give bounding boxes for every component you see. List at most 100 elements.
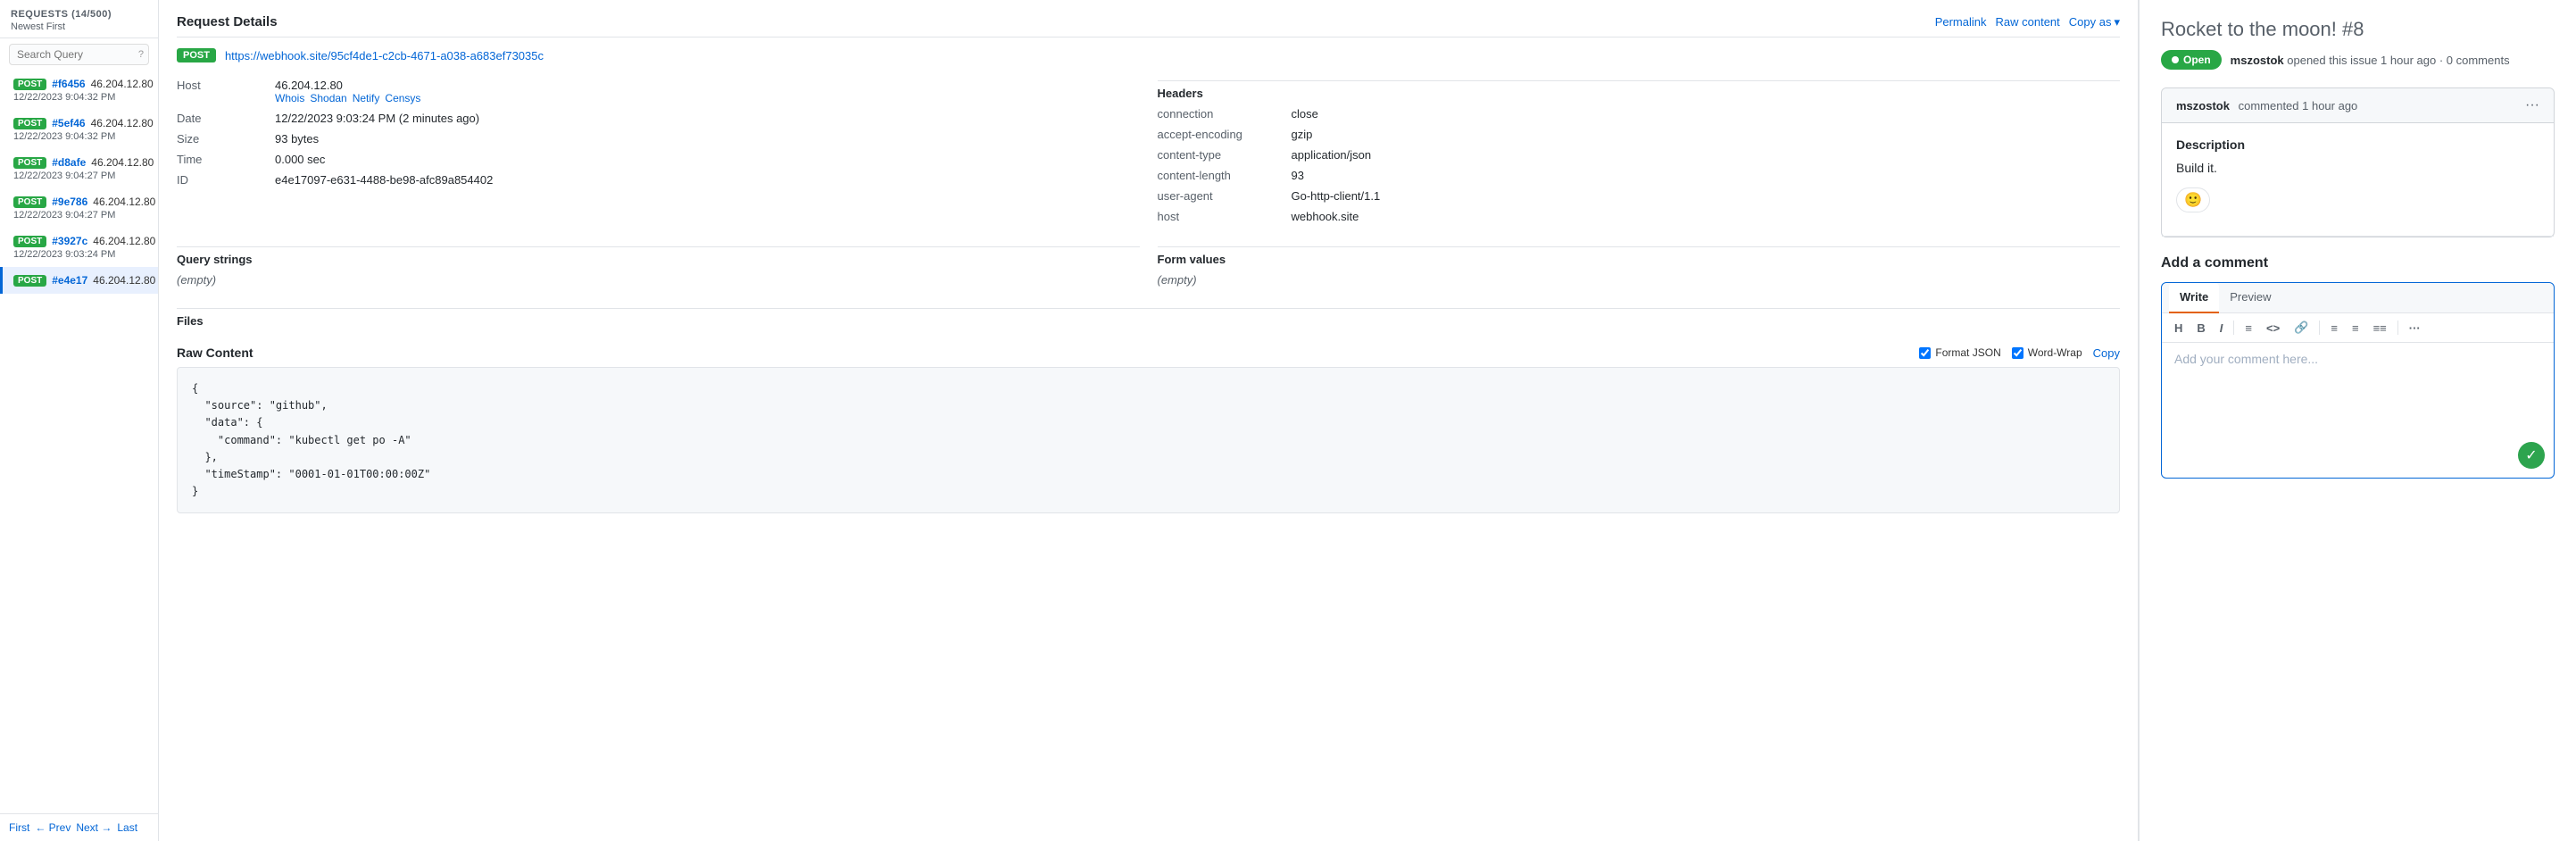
comment-header-left: mszostok commented 1 hour ago: [2176, 99, 2357, 112]
details-header: Request Details Permalink Raw content Co…: [177, 14, 2120, 37]
header-key: content-length: [1158, 165, 1292, 186]
table-row: content-length 93: [1158, 165, 2121, 186]
sidebar-search-container: ?: [9, 44, 149, 65]
add-comment-title: Add a comment: [2161, 255, 2555, 271]
toolbar-divider-1: [2233, 321, 2234, 335]
headers-heading: Headers: [1158, 80, 2121, 104]
emoji-button[interactable]: 🙂: [2176, 187, 2210, 212]
whois-links: Whois Shodan Netify Censys: [275, 92, 1133, 104]
toolbar-divider-2: [2319, 321, 2320, 335]
pagination-next[interactable]: Next →: [76, 821, 112, 834]
toolbar-list-button[interactable]: ≡: [2241, 320, 2256, 337]
search-input[interactable]: [9, 44, 149, 65]
header-key: host: [1158, 206, 1292, 227]
item-id: #9e786: [52, 196, 87, 208]
right-panel: Rocket to the moon! #8 Open mszostok ope…: [2139, 0, 2576, 841]
item-id: #e4e17: [52, 274, 87, 287]
method-badge: POST: [13, 275, 46, 287]
item-ip: 46.204.12.80: [91, 117, 154, 129]
header-key: accept-encoding: [1158, 124, 1292, 145]
list-item-active[interactable]: POST #e4e17 46.204.12.80: [0, 267, 158, 294]
whois-link[interactable]: Whois: [275, 92, 304, 104]
details-actions: Permalink Raw content Copy as ▾: [1935, 15, 2120, 29]
header-key: user-agent: [1158, 186, 1292, 206]
headers-table: connection close accept-encoding gzip co…: [1158, 104, 2121, 227]
list-item[interactable]: POST #f6456 46.204.12.80 12/22/2023 9:04…: [0, 71, 158, 110]
comment-footer: ✓: [2162, 435, 2554, 478]
table-row: Host 46.204.12.80 Whois Shodan Netify Ce…: [177, 75, 1140, 108]
tab-preview[interactable]: Preview: [2219, 283, 2281, 312]
table-row: Date 12/22/2023 9:03:24 PM (2 minutes ag…: [177, 108, 1140, 129]
search-help-icon[interactable]: ?: [138, 49, 144, 60]
header-value: gzip: [1292, 124, 2121, 145]
sort-label: Newest First: [11, 21, 147, 32]
toolbar-ordered-list-button[interactable]: ≡: [2327, 320, 2341, 337]
form-values-heading: Form values: [1158, 246, 2121, 270]
open-badge: Open: [2161, 50, 2222, 70]
table-row: host webhook.site: [1158, 206, 2121, 227]
item-ip: 46.204.12.80: [93, 235, 155, 247]
word-wrap-checkbox[interactable]: [2012, 347, 2023, 359]
tab-write[interactable]: Write: [2169, 283, 2219, 313]
header-value: application/json: [1292, 145, 2121, 165]
issue-meta-text: mszostok opened this issue 1 hour ago · …: [2231, 54, 2510, 67]
toolbar-code-button[interactable]: <>: [2263, 320, 2283, 337]
raw-content-text: { "source": "github", "data": { "command…: [192, 380, 2105, 500]
shodan-link[interactable]: Shodan: [310, 92, 346, 104]
field-value: 46.204.12.80 Whois Shodan Netify Censys: [275, 75, 1140, 108]
field-value: 93 bytes: [275, 129, 1140, 149]
requests-label: REQUESTS (14/500): [11, 9, 147, 20]
toolbar-bold-button[interactable]: B: [2193, 320, 2208, 337]
submit-comment-button[interactable]: ✓: [2518, 442, 2545, 469]
comment-textarea[interactable]: [2162, 343, 2554, 432]
item-date: 12/22/2023 9:04:32 PM: [13, 92, 147, 103]
chevron-down-icon: ▾: [2114, 15, 2120, 29]
table-row: accept-encoding gzip: [1158, 124, 2121, 145]
toolbar-more-button[interactable]: ···: [2406, 320, 2424, 337]
list-item[interactable]: POST #5ef46 46.204.12.80 12/22/2023 9:04…: [0, 110, 158, 149]
query-form-cols: Query strings (empty) Form values (empty…: [177, 241, 2120, 294]
comment-menu-button[interactable]: ···: [2525, 97, 2539, 113]
copy-button[interactable]: Copy: [2093, 346, 2120, 360]
sidebar: REQUESTS (14/500) Newest First ? POST #f…: [0, 0, 159, 841]
request-row: POST https://webhook.site/95cf4de1-c2cb-…: [177, 48, 2120, 62]
list-item[interactable]: POST #d8afe 46.204.12.80 12/22/2023 9:04…: [0, 149, 158, 188]
pagination-prev[interactable]: ← Prev: [35, 821, 71, 834]
issue-meta: Open mszostok opened this issue 1 hour a…: [2161, 50, 2555, 70]
pagination-first[interactable]: First: [9, 821, 29, 834]
list-item[interactable]: POST #3927c 46.204.12.80 12/22/2023 9:03…: [0, 228, 158, 267]
files-heading: Files: [177, 308, 2120, 331]
permalink-link[interactable]: Permalink: [1935, 15, 1987, 29]
toolbar-italic-button[interactable]: I: [2216, 320, 2227, 337]
files-section: Files: [177, 308, 2120, 331]
comment-tabs: Write Preview: [2162, 283, 2554, 313]
query-strings-section: Query strings (empty): [177, 241, 1140, 294]
toolbar-link-button[interactable]: 🔗: [2290, 319, 2312, 337]
netify-link[interactable]: Netify: [353, 92, 380, 104]
open-badge-dot: [2172, 56, 2179, 63]
query-strings-empty: (empty): [177, 270, 1140, 294]
comment-time: commented 1 hour ago: [2239, 99, 2358, 112]
format-json-label[interactable]: Format JSON: [1919, 346, 2000, 359]
item-id: #5ef46: [52, 117, 85, 129]
pagination-last[interactable]: Last: [117, 821, 137, 834]
copy-as-button[interactable]: Copy as ▾: [2069, 15, 2120, 29]
toolbar-heading-button[interactable]: H: [2171, 320, 2186, 337]
field-label: Host: [177, 75, 275, 108]
raw-content-link[interactable]: Raw content: [1996, 15, 2060, 29]
list-item[interactable]: POST #9e786 46.204.12.80 12/22/2023 9:04…: [0, 188, 158, 228]
comment-editor: Write Preview H B I ≡ <> 🔗 ≡ ≡ ≡≡ ···: [2161, 282, 2555, 479]
word-wrap-label[interactable]: Word-Wrap: [2012, 346, 2082, 359]
format-json-checkbox[interactable]: [1919, 347, 1931, 359]
request-url[interactable]: https://webhook.site/95cf4de1-c2cb-4671-…: [225, 49, 544, 62]
toolbar-unordered-list-button[interactable]: ≡: [2348, 320, 2363, 337]
censys-link[interactable]: Censys: [385, 92, 420, 104]
toolbar-tasklist-button[interactable]: ≡≡: [2370, 320, 2390, 337]
table-row: user-agent Go-http-client/1.1: [1158, 186, 2121, 206]
header-value: 93: [1292, 165, 2121, 186]
info-table: Host 46.204.12.80 Whois Shodan Netify Ce…: [177, 75, 1140, 190]
method-badge: POST: [13, 236, 46, 247]
headers-section: Headers connection close accept-encoding…: [1158, 75, 2121, 227]
issue-title: Rocket to the moon! #8: [2161, 18, 2555, 41]
http-method-badge: POST: [177, 48, 216, 62]
